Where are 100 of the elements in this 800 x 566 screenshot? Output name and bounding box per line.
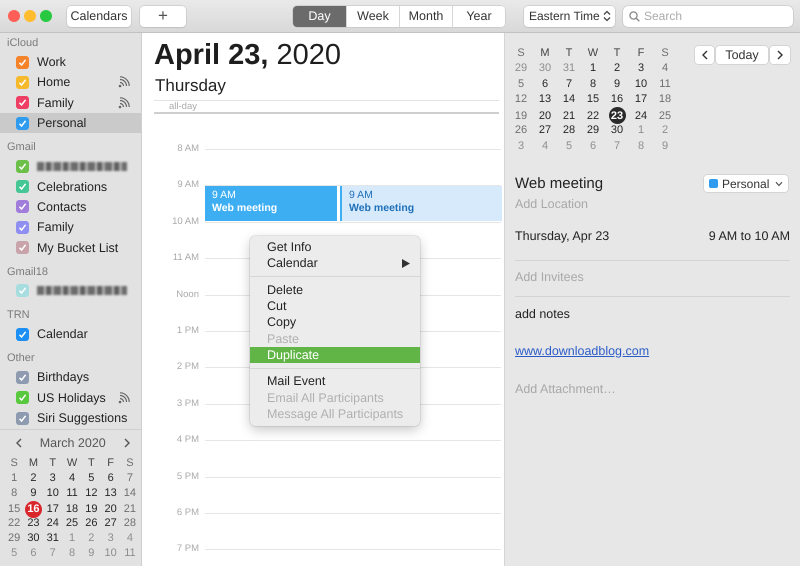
url-link[interactable]: www.downloadblog.com [515,342,650,360]
calendar-day[interactable]: 22 [6,516,23,530]
calendar-day[interactable]: 8 [584,76,602,92]
calendar-day[interactable]: 7 [560,76,578,92]
calendar-day[interactable]: 2 [608,60,626,76]
view-tab[interactable]: Day [293,6,346,26]
calendar-day[interactable]: 21 [560,108,578,123]
checkbox[interactable] [16,284,29,298]
checkbox[interactable] [16,160,29,173]
calendar-day[interactable]: 20 [102,502,120,516]
zoom-button[interactable] [40,10,52,22]
calendar-day[interactable]: 30 [24,530,42,546]
menu-item[interactable]: Get Info [250,239,420,256]
checkbox[interactable] [16,328,29,341]
checkbox[interactable] [16,241,29,254]
menu-item[interactable]: Copy [250,314,420,330]
calendar-day[interactable]: 6 [102,470,120,486]
calendar-row[interactable]: Work [0,52,141,72]
attachment-field[interactable]: Add Attachment… [515,380,790,398]
calendar-day[interactable]: 3 [632,60,650,76]
calendar-day[interactable]: 5 [512,76,530,92]
timezone-popup[interactable]: Eastern Time [524,6,615,26]
calendar-day[interactable]: 22 [584,108,602,123]
event-date[interactable]: Thursday, Apr 23 [515,226,610,244]
calendars-button[interactable]: Calendars [67,6,131,26]
calendar-day[interactable]: 1 [6,470,23,486]
close-button[interactable] [8,10,20,22]
calendar-day[interactable]: 27 [102,516,120,530]
checkbox[interactable] [16,180,29,194]
calendar-day[interactable]: 6 [536,76,554,92]
calendar-day[interactable]: 7 [121,470,138,486]
calendar-day[interactable]: 4 [656,60,674,76]
calendar-day[interactable]: 15 [584,92,602,107]
calendar-day[interactable]: 16 [24,500,42,518]
calendar-day[interactable]: 29 [6,530,23,546]
checkbox[interactable] [16,370,29,384]
calendar-row[interactable]: Contacts [0,196,141,218]
calendar-day[interactable]: 11 [64,486,81,500]
calendar-row[interactable]: Home [0,72,141,93]
calendar-day[interactable]: 9 [24,486,42,500]
calendar-day[interactable]: 9 [608,76,626,92]
menu-item[interactable]: Cut [250,298,420,314]
calendar-day[interactable]: 26 [82,516,100,530]
calendar-day[interactable]: 18 [64,502,81,516]
calendar-day[interactable]: 14 [121,486,138,500]
calendar-row[interactable]: US Holidays [0,388,141,408]
calendar-row[interactable]: Siri Suggestions [0,408,141,428]
calendar-day[interactable]: 3 [44,470,62,486]
next-button[interactable] [770,46,790,64]
calendar-day[interactable]: 19 [512,108,530,123]
menu-item[interactable]: Calendar [250,255,420,272]
calendar-row[interactable]: Birthdays [0,367,141,388]
calendar-day[interactable]: 18 [656,92,674,107]
calendar-day[interactable]: 11 [656,76,674,92]
checkbox[interactable] [16,56,29,69]
calendar-day[interactable]: 13 [102,486,120,500]
calendar-day[interactable]: 12 [512,92,530,107]
calendar-day[interactable]: 4 [64,470,81,486]
calendar-day[interactable]: 10 [632,76,650,92]
calendar-day[interactable]: 31 [44,530,62,546]
chevron-left-icon[interactable] [700,50,708,60]
event-block[interactable]: 9 AM Web meeting [340,186,502,221]
invitees-field[interactable]: Add Invitees [515,268,790,286]
calendar-day[interactable]: 12 [82,486,100,500]
menu-item[interactable]: Delete [250,282,420,298]
calendar-day[interactable]: 24 [44,516,62,530]
menu-item[interactable]: Mail Event [250,373,420,390]
calendar-day[interactable]: 10 [44,486,62,500]
add-button[interactable]: + [140,6,186,26]
calendar-day[interactable]: 29 [584,122,602,138]
calendar-day[interactable]: 23 [608,107,626,124]
calendar-day[interactable]: 25 [656,108,674,123]
calendar-row[interactable]: Family [0,92,141,113]
calendar-row[interactable]: Personal [0,112,141,134]
calendar-row[interactable]: Calendar [0,324,141,344]
previous-month-icon[interactable] [14,438,22,448]
today-button[interactable]: Today [716,46,768,64]
view-tab[interactable]: Year [452,6,505,26]
calendar-day[interactable]: 13 [536,92,554,107]
checkbox[interactable] [16,76,29,89]
calendar-day[interactable]: 30 [608,122,626,138]
calendar-day[interactable]: 5 [82,470,100,486]
location-field[interactable]: Add Location [515,194,790,212]
calendar-day[interactable]: 16 [608,92,626,107]
calendar-day[interactable]: 27 [536,122,554,138]
calendar-day[interactable]: 15 [6,502,23,516]
calendar-day[interactable]: 8 [6,486,23,500]
calendar-row[interactable]: Family [0,217,141,238]
calendar-day[interactable]: 28 [121,516,138,530]
calendar-day[interactable]: 28 [560,122,578,138]
calendar-row[interactable]: My Bucket List [0,237,141,258]
chevron-right-icon[interactable] [776,50,784,60]
calendar-day[interactable]: 23 [24,516,42,530]
calendar-row[interactable]: Celebrations [0,176,141,197]
previous-button[interactable] [695,46,714,64]
calendar-popup[interactable]: Personal [704,175,788,192]
calendar-day[interactable]: 24 [632,108,650,123]
calendar-day[interactable]: 21 [121,502,138,516]
calendar-day[interactable]: 17 [44,502,62,516]
checkbox[interactable] [16,412,29,424]
